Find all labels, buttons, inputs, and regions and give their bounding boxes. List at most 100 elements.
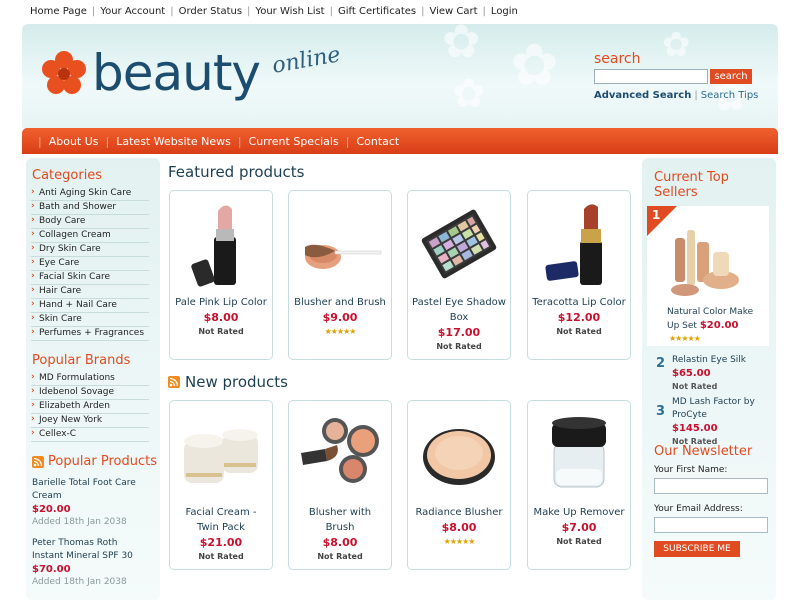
product-card[interactable]: Radiance Blusher $8.00 ★★★★★ bbox=[407, 400, 511, 570]
search-tips-link[interactable]: Search Tips bbox=[701, 90, 759, 101]
product-price: $21.00 bbox=[199, 536, 243, 549]
nav-order-status[interactable]: Order Status bbox=[179, 6, 242, 17]
popular-product-date: Added 18th Jan 2038 bbox=[32, 517, 127, 527]
product-card[interactable]: Facial Cream - Twin Pack $21.00 Not Rate… bbox=[169, 400, 273, 570]
product-card[interactable]: Blusher with Brush $8.00 Not Rated bbox=[288, 400, 392, 570]
brand-item[interactable]: Joey New York bbox=[31, 414, 149, 428]
top-seller-price: $20.00 bbox=[699, 320, 739, 331]
product-rating: Not Rated bbox=[198, 327, 244, 336]
brands-list: MD Formulations Idebenol Sovage Elizabet… bbox=[31, 372, 149, 442]
nav-current-specials[interactable]: Current Specials bbox=[249, 135, 339, 148]
nav-gift-certificates[interactable]: Gift Certificates bbox=[338, 6, 416, 17]
product-card[interactable]: Teracotta Lip Color $12.00 Not Rated bbox=[527, 190, 631, 360]
categories-list: Anti Aging Skin Care Bath and Shower Bod… bbox=[31, 187, 149, 341]
brand-item[interactable]: MD Formulations bbox=[31, 372, 149, 386]
product-card[interactable]: Make Up Remover $7.00 Not Rated bbox=[527, 400, 631, 570]
top-navigation: Home Page | Your Account | Order Status | Your… bbox=[0, 0, 800, 24]
product-rating-stars: ★★★★★ bbox=[324, 327, 357, 336]
product-rating: Not Rated bbox=[317, 552, 363, 561]
categories-title: Categories bbox=[32, 168, 103, 183]
product-name[interactable]: Pale Pink Lip Color bbox=[175, 297, 267, 308]
top-seller-rank: 1 bbox=[652, 208, 661, 222]
email-field[interactable] bbox=[654, 517, 768, 533]
product-card[interactable]: Pastel Eye Shadow Box $17.00 Not Rated bbox=[407, 190, 511, 360]
decorative-flower-icon: ✿ bbox=[442, 24, 481, 68]
top-seller-rank: 3 bbox=[656, 404, 666, 419]
product-name[interactable]: Facial Cream - Twin Pack bbox=[185, 507, 256, 533]
product-image-makeup-remover[interactable] bbox=[534, 409, 624, 499]
category-item[interactable]: Perfumes + Fragrances bbox=[31, 327, 149, 341]
newsletter-title: Our Newsletter bbox=[654, 444, 753, 459]
category-item[interactable]: Anti Aging Skin Care bbox=[31, 187, 149, 201]
nav-about-us[interactable]: About Us bbox=[49, 135, 99, 148]
category-item[interactable]: Dry Skin Care bbox=[31, 243, 149, 257]
first-name-field[interactable] bbox=[654, 478, 768, 494]
search-button[interactable]: search bbox=[710, 69, 752, 84]
category-item[interactable]: Eye Care bbox=[31, 257, 149, 271]
top-seller-name[interactable]: Relastin Eye Silk bbox=[672, 354, 772, 367]
nav-view-cart[interactable]: View Cart bbox=[429, 6, 477, 17]
popular-products-title: Popular Products bbox=[48, 454, 158, 469]
popular-product[interactable]: Peter Thomas Roth Instant Mineral SPF 30… bbox=[32, 537, 150, 589]
search-title: search bbox=[594, 51, 641, 67]
product-card[interactable]: Blusher and Brush $9.00 ★★★★★ bbox=[288, 190, 392, 360]
product-image-radiance-blusher[interactable] bbox=[414, 409, 504, 499]
product-name[interactable]: Blusher and Brush bbox=[294, 297, 386, 308]
top-seller-item[interactable]: 2 Relastin Eye Silk $65.00 Not Rated bbox=[652, 354, 776, 392]
site-logo[interactable]: beauty online bbox=[40, 42, 360, 114]
category-item[interactable]: Skin Care bbox=[31, 313, 149, 327]
search-box: search search Advanced Search | Search Tip… bbox=[594, 51, 774, 101]
popular-product-name[interactable]: Barielle Total Foot Care Cream bbox=[32, 477, 150, 503]
popular-product[interactable]: Barielle Total Foot Care Cream $20.00 Ad… bbox=[32, 477, 150, 529]
nav-wish-list[interactable]: Your Wish List bbox=[255, 6, 324, 17]
brand-item[interactable]: Idebenol Sovage bbox=[31, 386, 149, 400]
product-name[interactable]: Pastel Eye Shadow Box bbox=[412, 297, 506, 323]
nav-home-page[interactable]: Home Page bbox=[30, 6, 87, 17]
nav-your-account[interactable]: Your Account bbox=[100, 6, 165, 17]
nav-login[interactable]: Login bbox=[491, 6, 518, 17]
popular-product-price: $20.00 bbox=[32, 504, 71, 515]
product-image-lipstick-terracotta[interactable] bbox=[534, 199, 624, 289]
advanced-search-link[interactable]: Advanced Search bbox=[594, 90, 691, 101]
popular-product-name[interactable]: Peter Thomas Roth Instant Mineral SPF 30 bbox=[32, 537, 150, 563]
category-item[interactable]: Facial Skin Care bbox=[31, 271, 149, 285]
category-item[interactable]: Hand + Nail Care bbox=[31, 299, 149, 313]
popular-product-date: Added 18th Jan 2038 bbox=[32, 577, 127, 587]
product-image-blusher-with-brush[interactable] bbox=[295, 409, 385, 499]
category-item[interactable]: Body Care bbox=[31, 215, 149, 229]
rss-icon bbox=[168, 376, 180, 388]
top-seller-featured[interactable]: 1 Natural Color Make Up Set $20.00 ★★★★★ bbox=[647, 206, 769, 346]
logo-suffix: online bbox=[270, 42, 343, 79]
product-image-lipstick[interactable] bbox=[176, 199, 266, 289]
popular-product-price: $70.00 bbox=[32, 564, 71, 575]
product-name[interactable]: Teracotta Lip Color bbox=[532, 297, 626, 308]
product-price: $17.00 bbox=[437, 326, 481, 339]
product-rating: Not Rated bbox=[198, 552, 244, 561]
brand-item[interactable]: Elizabeth Arden bbox=[31, 400, 149, 414]
top-seller-item[interactable]: 3 MD Lash Factor by ProCyte $145.00 Not … bbox=[652, 396, 776, 446]
category-item[interactable]: Hair Care bbox=[31, 285, 149, 299]
product-card[interactable]: Pale Pink Lip Color $8.00 Not Rated bbox=[169, 190, 273, 360]
popular-brands-title: Popular Brands bbox=[32, 353, 131, 368]
top-seller-name[interactable]: MD Lash Factor by ProCyte bbox=[672, 396, 772, 422]
product-name[interactable]: Radiance Blusher bbox=[415, 507, 502, 518]
subscribe-button[interactable]: SUBSCRIBE ME bbox=[654, 541, 740, 557]
new-products-title: New products bbox=[185, 373, 288, 391]
email-label: Your Email Address: bbox=[654, 504, 743, 514]
left-sidebar: Categories Anti Aging Skin Care Bath and… bbox=[26, 158, 160, 600]
first-name-label: Your First Name: bbox=[654, 465, 728, 475]
product-image-blusher-brush[interactable] bbox=[295, 199, 385, 289]
featured-products-title: Featured products bbox=[168, 163, 305, 181]
nav-latest-news[interactable]: Latest Website News bbox=[116, 135, 231, 148]
product-image-makeup-set[interactable] bbox=[667, 220, 747, 300]
product-name[interactable]: Make Up Remover bbox=[533, 507, 624, 518]
product-name[interactable]: Blusher with Brush bbox=[309, 507, 371, 533]
search-input[interactable] bbox=[594, 69, 708, 84]
top-seller-price: $145.00 bbox=[672, 423, 718, 434]
brand-item[interactable]: Cellex-C bbox=[31, 428, 149, 442]
product-image-facial-cream[interactable] bbox=[176, 409, 266, 499]
category-item[interactable]: Collagen Cream bbox=[31, 229, 149, 243]
category-item[interactable]: Bath and Shower bbox=[31, 201, 149, 215]
product-image-eyeshadow-box[interactable] bbox=[414, 199, 504, 289]
nav-contact[interactable]: Contact bbox=[356, 135, 399, 148]
